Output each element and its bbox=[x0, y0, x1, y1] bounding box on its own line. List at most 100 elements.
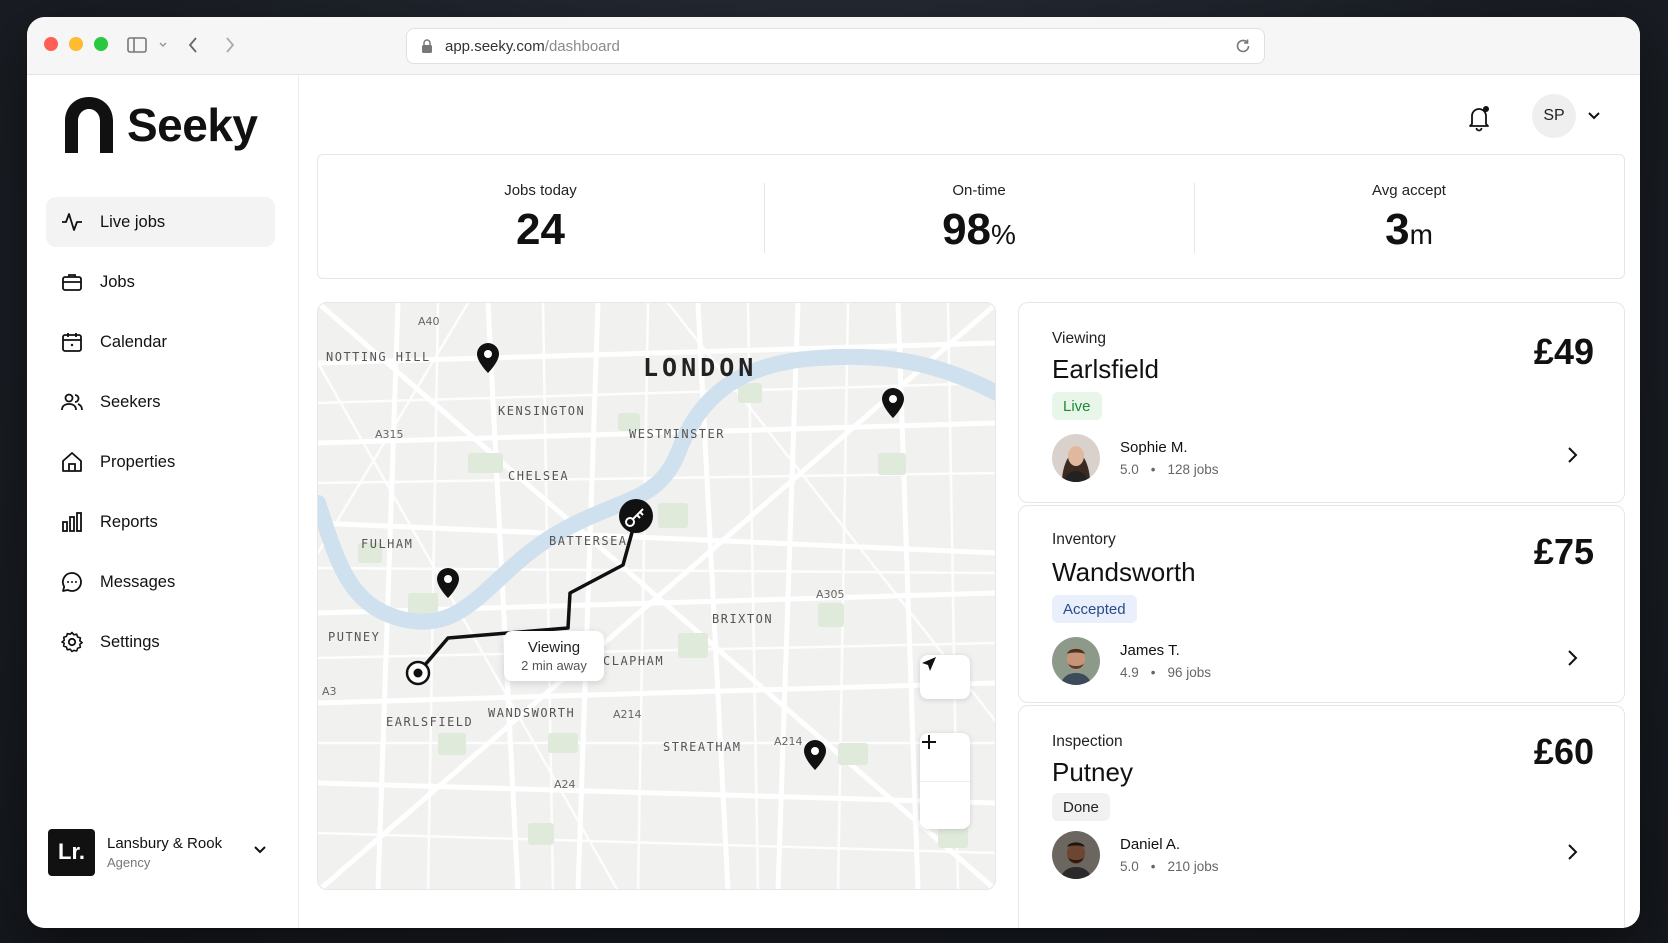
map-canvas bbox=[318, 303, 995, 889]
sidebar-item-messages[interactable]: Messages bbox=[46, 557, 275, 607]
map-area-label: BATTERSEA bbox=[549, 534, 628, 548]
chevron-down-icon[interactable] bbox=[253, 842, 267, 860]
sidebar-item-live-jobs[interactable]: Live jobs bbox=[46, 197, 275, 247]
url-domain: app.seeky.com bbox=[445, 37, 545, 55]
status-badge: Done bbox=[1052, 793, 1110, 821]
stat-value: 98% bbox=[942, 205, 1016, 254]
assigned-seeker[interactable]: James T. 4.9 • 96 jobs bbox=[1052, 637, 1211, 685]
sidebar-item-calendar[interactable]: Calendar bbox=[46, 317, 275, 367]
minus-icon bbox=[922, 741, 936, 743]
tooltip-subtitle: 2 min away bbox=[521, 658, 587, 673]
job-price: £49 bbox=[1533, 331, 1594, 372]
map-road-label: A40 bbox=[418, 315, 440, 328]
map-area-label: CHELSEA bbox=[508, 469, 570, 483]
notifications-bell-icon[interactable] bbox=[1464, 103, 1494, 133]
users-icon bbox=[60, 390, 84, 414]
zoom-controls bbox=[920, 733, 970, 829]
map-road-label: A214 bbox=[613, 708, 642, 721]
map-road-label: A305 bbox=[816, 588, 845, 601]
job-location: Wandsworth bbox=[1052, 557, 1196, 587]
chevron-right-icon[interactable] bbox=[1566, 649, 1578, 672]
minimize-window-button[interactable] bbox=[69, 37, 83, 51]
sidebar-item-label: Messages bbox=[100, 572, 176, 591]
agency-type: Agency bbox=[107, 854, 151, 870]
assigned-seeker[interactable]: Daniel A. 5.0 • 210 jobs bbox=[1052, 831, 1219, 879]
map-road-label: A214 bbox=[774, 735, 803, 748]
stat-label: On-time bbox=[952, 182, 1006, 199]
map-area-label: EARLSFIELD bbox=[386, 715, 474, 729]
avatar bbox=[1052, 434, 1100, 482]
job-card[interactable]: Viewing Earlsfield £49 Live Sophie M. 5.… bbox=[1018, 302, 1625, 503]
chevron-right-icon[interactable] bbox=[1566, 843, 1578, 866]
sidebar-item-label: Jobs bbox=[100, 272, 135, 291]
map-road-label: A3 bbox=[322, 685, 337, 698]
map-area-label: BRIXTON bbox=[712, 612, 774, 626]
map-area-label: STREATHAM bbox=[663, 740, 742, 754]
chevron-down-icon[interactable] bbox=[1587, 108, 1601, 126]
brand-name: Seeky bbox=[127, 99, 258, 151]
job-location: Earlsfield bbox=[1052, 354, 1159, 384]
seeker-name: James T. bbox=[1120, 642, 1180, 659]
seeker-meta: 5.0 • 128 jobs bbox=[1120, 462, 1219, 477]
avatar bbox=[1052, 831, 1100, 879]
sidebar-item-label: Live jobs bbox=[100, 212, 166, 231]
live-map[interactable]: LONDON NOTTING HILL KENSINGTON WESTMINST… bbox=[317, 302, 996, 890]
sidebar: Seeky Live jobs Jobs Calendar Seekers Pr… bbox=[27, 75, 299, 928]
stat-avg-accept: Avg accept 3m bbox=[1194, 155, 1624, 278]
job-type: Inspection bbox=[1052, 733, 1123, 750]
bar-chart-icon bbox=[60, 510, 84, 534]
sidebar-item-properties[interactable]: Properties bbox=[46, 437, 275, 487]
agency-switcher[interactable]: Lr. Lansbury & Rook Agency bbox=[48, 828, 273, 876]
sidebar-item-label: Reports bbox=[100, 512, 158, 531]
chevron-down-icon[interactable] bbox=[152, 34, 174, 56]
map-city-label: LONDON bbox=[643, 353, 758, 382]
map-area-label: PUTNEY bbox=[328, 630, 381, 644]
map-road-label: A315 bbox=[375, 428, 404, 441]
stat-on-time: On-time 98% bbox=[764, 155, 1194, 278]
chevron-right-icon[interactable] bbox=[1566, 446, 1578, 469]
gear-icon bbox=[60, 630, 84, 654]
home-icon bbox=[60, 450, 84, 474]
sidebar-toggle-icon[interactable] bbox=[126, 34, 148, 56]
brand-logo[interactable]: Seeky bbox=[65, 97, 258, 153]
close-window-button[interactable] bbox=[44, 37, 58, 51]
job-price: £60 bbox=[1533, 731, 1594, 772]
browser-toolbar: app.seeky.com/dashboard bbox=[27, 17, 1640, 75]
stats-panel: Jobs today 24 On-time 98% Avg accept 3m bbox=[317, 154, 1625, 279]
sidebar-item-jobs[interactable]: Jobs bbox=[46, 257, 275, 307]
status-badge: Live bbox=[1052, 392, 1102, 420]
stat-label: Jobs today bbox=[504, 182, 577, 199]
job-card[interactable]: Inventory Wandsworth £75 Accepted James … bbox=[1018, 505, 1625, 703]
seeker-meta: 4.9 • 96 jobs bbox=[1120, 665, 1212, 680]
zoom-out-button[interactable] bbox=[920, 741, 970, 829]
forward-arrow-icon[interactable] bbox=[219, 34, 241, 56]
message-icon bbox=[60, 570, 84, 594]
back-arrow-icon[interactable] bbox=[182, 34, 204, 56]
tooltip-title: Viewing bbox=[527, 639, 581, 656]
stat-label: Avg accept bbox=[1372, 182, 1446, 199]
route-tooltip: Viewing 2 min away bbox=[504, 631, 604, 681]
map-area-label: WANDSWORTH bbox=[488, 706, 576, 720]
reload-icon[interactable] bbox=[1234, 37, 1252, 55]
sidebar-item-seekers[interactable]: Seekers bbox=[46, 377, 275, 427]
address-bar[interactable]: app.seeky.com/dashboard bbox=[406, 28, 1265, 64]
locate-me-button[interactable] bbox=[920, 655, 970, 699]
map-area-label: NOTTING HILL bbox=[326, 350, 431, 364]
sidebar-item-label: Properties bbox=[100, 452, 176, 471]
navigation-arrow-icon bbox=[922, 657, 936, 671]
stat-value: 24 bbox=[516, 205, 565, 254]
url-path: /dashboard bbox=[544, 37, 620, 55]
job-card[interactable]: Inspection Putney £60 Done Daniel A. 5.0… bbox=[1018, 705, 1625, 928]
job-price: £75 bbox=[1533, 531, 1594, 572]
map-area-label: WESTMINSTER bbox=[629, 427, 725, 441]
lock-icon bbox=[421, 38, 433, 54]
maximize-window-button[interactable] bbox=[94, 37, 108, 51]
sidebar-item-settings[interactable]: Settings bbox=[46, 617, 275, 667]
user-avatar[interactable]: SP bbox=[1532, 94, 1576, 138]
sidebar-item-label: Settings bbox=[100, 632, 160, 651]
assigned-seeker[interactable]: Sophie M. 5.0 • 128 jobs bbox=[1052, 434, 1219, 482]
sidebar-item-reports[interactable]: Reports bbox=[46, 497, 275, 547]
briefcase-icon bbox=[60, 270, 84, 294]
map-area-label: CLAPHAM bbox=[603, 654, 665, 668]
browser-window: app.seeky.com/dashboard Seeky Live jobs bbox=[27, 17, 1640, 928]
